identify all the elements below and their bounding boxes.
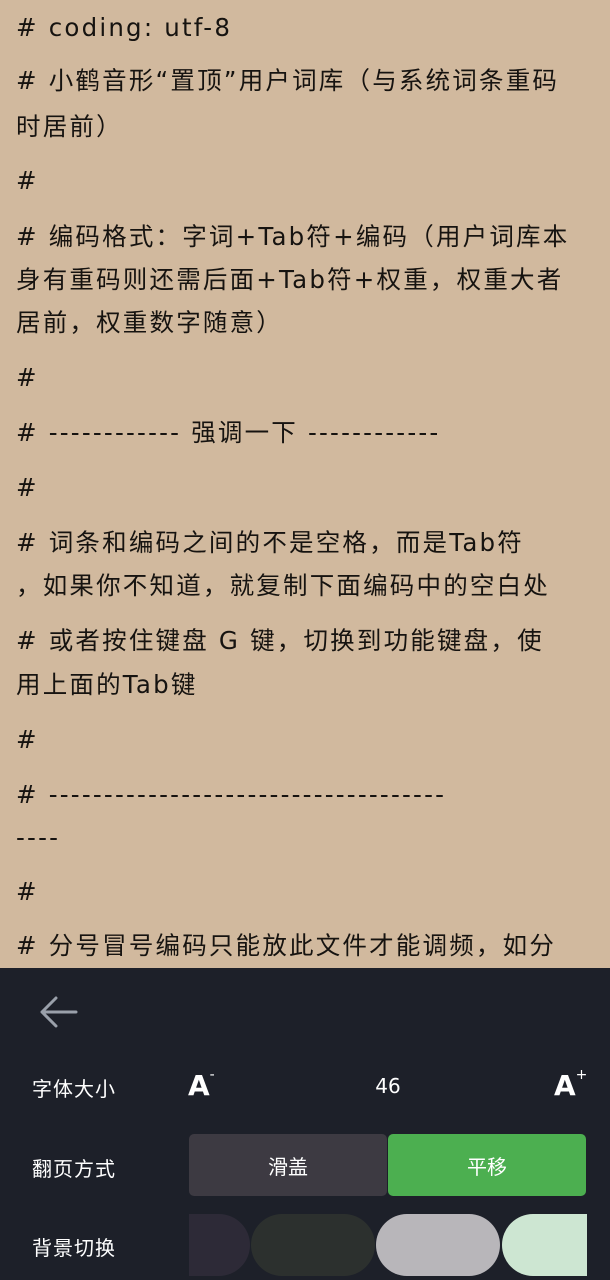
arrow-left-icon	[40, 996, 78, 1028]
page-turn-label: 翻页方式	[32, 1157, 116, 1181]
text-line: #	[16, 877, 39, 906]
page-turn-option-slide[interactable]: 滑盖	[189, 1134, 387, 1196]
text-line: # 分号冒号编码只能放此文件才能调频，如分	[16, 931, 557, 960]
background-swatch[interactable]	[502, 1214, 587, 1276]
text-line: #	[16, 725, 39, 754]
font-size-value: 46	[375, 1074, 401, 1098]
text-line: # 词条和编码之间的不是空格，而是Tab符	[16, 528, 524, 557]
background-swatch[interactable]	[189, 1214, 250, 1276]
back-button[interactable]	[36, 992, 82, 1032]
text-line: # ------------ 强调一下 ------------	[16, 418, 441, 447]
text-line: 时居前）	[16, 112, 123, 141]
font-size-label: 字体大小	[32, 1077, 116, 1101]
background-label: 背景切换	[32, 1236, 116, 1260]
text-line: #	[16, 363, 39, 392]
text-line: # 编码格式：字词+Tab符+编码（用户词库本	[16, 222, 570, 251]
text-line: # coding: utf-8	[16, 13, 233, 42]
font-increase-button[interactable]: A+	[554, 1068, 587, 1100]
text-line: # 小鹤音形“置顶”用户词库（与系统词条重码	[16, 66, 560, 95]
text-line: 居前，权重数字随意）	[16, 308, 283, 337]
text-line: #	[16, 473, 39, 502]
reader-page[interactable]: # coding: utf-8 # 小鹤音形“置顶”用户词库（与系统词条重码 时…	[0, 0, 610, 968]
text-line: 身有重码则还需后面+Tab符+权重，权重大者	[16, 265, 564, 294]
text-line: #	[16, 166, 39, 195]
text-line: ----	[16, 823, 61, 852]
page-turn-option-shift[interactable]: 平移	[388, 1134, 586, 1196]
background-swatch[interactable]	[376, 1214, 500, 1276]
text-line: # 或者按住键盘 G 键，切换到功能键盘，使	[16, 626, 544, 655]
text-line: # ------------------------------------	[16, 780, 447, 809]
text-line: ，如果你不知道，就复制下面编码中的空白处	[16, 571, 550, 600]
background-swatch[interactable]	[251, 1214, 375, 1276]
text-line: 用上面的Tab键	[16, 670, 198, 699]
font-decrease-button[interactable]: A-	[188, 1068, 215, 1100]
